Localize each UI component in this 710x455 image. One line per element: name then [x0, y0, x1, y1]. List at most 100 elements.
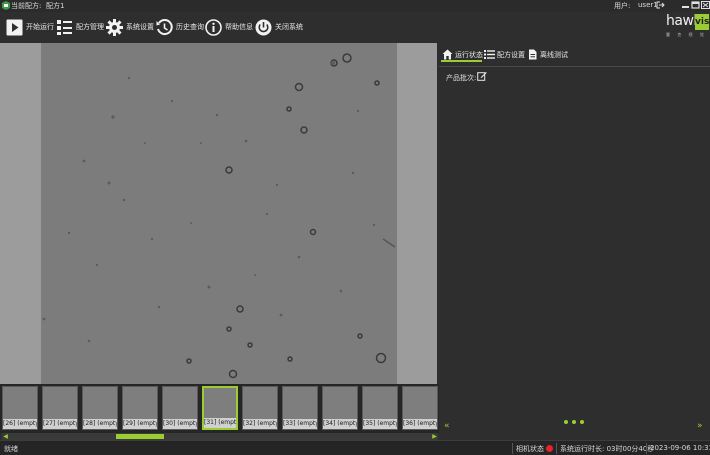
status-bar: 就绪 相机状态 系统运行时长: 03时00分40秒 2023-09-06 10:… [0, 440, 710, 455]
document-icon [529, 49, 537, 60]
datetime-status: 2023-09-06 10:33:22 [650, 444, 710, 452]
thumbnail-label: [30] (empty) [163, 419, 197, 429]
thumbnail-item[interactable]: [30] (empty) [162, 386, 198, 430]
thumbnail-label: [27] (empty) [43, 419, 77, 429]
camera-status-indicator [546, 445, 553, 452]
thumbnail-item[interactable]: [31] (empty) [202, 386, 238, 430]
history-icon [156, 18, 173, 35]
tab-recipe-settings[interactable]: 配方设置 [484, 46, 525, 63]
viewport-margin-right [397, 43, 437, 384]
runtime-status: 系统运行时长: 03时00分40秒 [560, 445, 655, 453]
tab-offline-test[interactable]: 离线测试 [527, 46, 568, 63]
camera-status-label: 相机状态 [516, 445, 544, 453]
maximize-icon[interactable] [691, 1, 700, 9]
thumbnail-item[interactable]: [33] (empty) [282, 386, 318, 430]
thumbnail-item[interactable]: [29] (empty) [122, 386, 158, 430]
thumbnail-label: [29] (empty) [123, 419, 157, 429]
start-run-button[interactable]: 开始运行 [6, 16, 54, 38]
thumbnail-image [123, 387, 157, 420]
logo-badge: vis [695, 14, 709, 30]
shutdown-system-label: 关闭系统 [275, 23, 303, 31]
status-divider [512, 443, 513, 454]
scrollbar-thumb[interactable] [116, 434, 164, 439]
tab-run-status-label: 运行状态 [455, 50, 483, 59]
list-icon [484, 50, 495, 59]
status-divider [556, 443, 557, 454]
thumbnail-item[interactable]: [32] (empty) [242, 386, 278, 430]
hawkvis-logo: hawk vis 霍 克 视 觉 [664, 11, 710, 41]
history-query-button[interactable]: 历史查询 [156, 16, 204, 38]
thumbnail-image [163, 387, 197, 420]
particle-image [41, 43, 397, 384]
tab-recipe-settings-label: 配方设置 [497, 50, 525, 59]
recipe-management-label: 配方管理 [76, 23, 104, 31]
ready-status: 就绪 [4, 445, 18, 453]
thumbnail-label: [36] (empty) [403, 419, 437, 429]
system-settings-button[interactable]: 系统设置 [106, 16, 154, 38]
product-batch-label: 产品批次: [446, 74, 477, 82]
viewport-margin-left [0, 43, 41, 384]
close-icon[interactable] [701, 1, 710, 9]
next-page-icon[interactable]: » [697, 421, 703, 431]
home-icon [442, 49, 453, 60]
scroll-left-icon[interactable]: ◀ [2, 433, 9, 440]
play-icon [6, 19, 23, 35]
history-query-label: 历史查询 [176, 23, 204, 31]
recipe-management-button[interactable]: 配方管理 [56, 16, 104, 38]
thumbnail-label: [32] (empty) [243, 419, 277, 429]
current-recipe-value: 配方1 [46, 2, 65, 10]
page-dot [580, 420, 584, 424]
thumbnail-item[interactable]: [35] (empty) [362, 386, 398, 430]
thumbnail-image [243, 387, 277, 420]
gear-icon [106, 18, 123, 36]
scroll-right-icon[interactable]: ▶ [431, 433, 438, 440]
thumbnail-item[interactable]: [28] (empty) [82, 386, 118, 430]
thumbnail-image [204, 388, 236, 421]
tab-divider [439, 66, 710, 67]
previous-page-icon[interactable]: « [444, 421, 450, 431]
active-tab-indicator [441, 60, 482, 62]
thumbnail-item[interactable]: [27] (empty) [42, 386, 78, 430]
thumbnail-label: [31] (empty) [204, 418, 236, 428]
power-icon [255, 19, 272, 35]
help-info-label: 帮助信息 [225, 23, 253, 31]
user-label: 用户: [614, 2, 631, 10]
user-name: user1 [638, 1, 658, 9]
current-recipe-label: 当前配方: [11, 2, 42, 10]
thumbnail-scrollbar[interactable]: ◀ ▶ [2, 433, 438, 440]
logout-icon[interactable] [656, 1, 665, 9]
info-icon [205, 18, 222, 36]
thumbnail-label: [28] (empty) [83, 419, 117, 429]
tab-offline-test-label: 离线测试 [540, 50, 568, 59]
thumbnail-strip: [26] (empty) [27] (empty) [28] (empty) [29]… [0, 384, 440, 433]
shutdown-system-button[interactable]: 关闭系统 [255, 16, 303, 38]
start-run-label: 开始运行 [26, 23, 54, 31]
camera-viewport[interactable] [0, 43, 437, 384]
main-toolbar: 开始运行 配方管理 系统设置 历史查询 帮助信息 关闭系统 [0, 12, 664, 42]
edit-icon[interactable] [477, 71, 487, 81]
app-logo-icon [2, 1, 10, 10]
right-panel: 运行状态 配方设置 离线测试 产品批次: « » [439, 43, 710, 440]
thumbnail-image [283, 387, 317, 420]
thumbnail-item[interactable]: [34] (empty) [322, 386, 358, 430]
thumbnail-label: [26] (empty) [3, 419, 37, 429]
help-info-button[interactable]: 帮助信息 [205, 16, 253, 38]
thumbnail-image [43, 387, 77, 420]
thumbnail-image [3, 387, 37, 420]
thumbnail-image [83, 387, 117, 420]
thumbnail-item[interactable]: [26] (empty) [2, 386, 38, 430]
thumbnail-label: [33] (empty) [283, 419, 317, 429]
page-indicator [564, 420, 584, 424]
recipe-list-icon [57, 19, 72, 35]
thumbnail-item[interactable]: [36] (empty) [402, 386, 438, 430]
title-bar: 当前配方: 配方1 用户: user1 [0, 0, 710, 12]
thumbnail-image [323, 387, 357, 420]
thumbnail-image [363, 387, 397, 420]
page-dot [564, 420, 568, 424]
thumbnail-label: [35] (empty) [363, 419, 397, 429]
status-divider [646, 443, 647, 454]
thumbnail-image [403, 387, 437, 420]
system-settings-label: 系统设置 [126, 23, 154, 31]
minimize-icon[interactable] [681, 1, 690, 9]
thumbnail-label: [34] (empty) [323, 419, 357, 429]
